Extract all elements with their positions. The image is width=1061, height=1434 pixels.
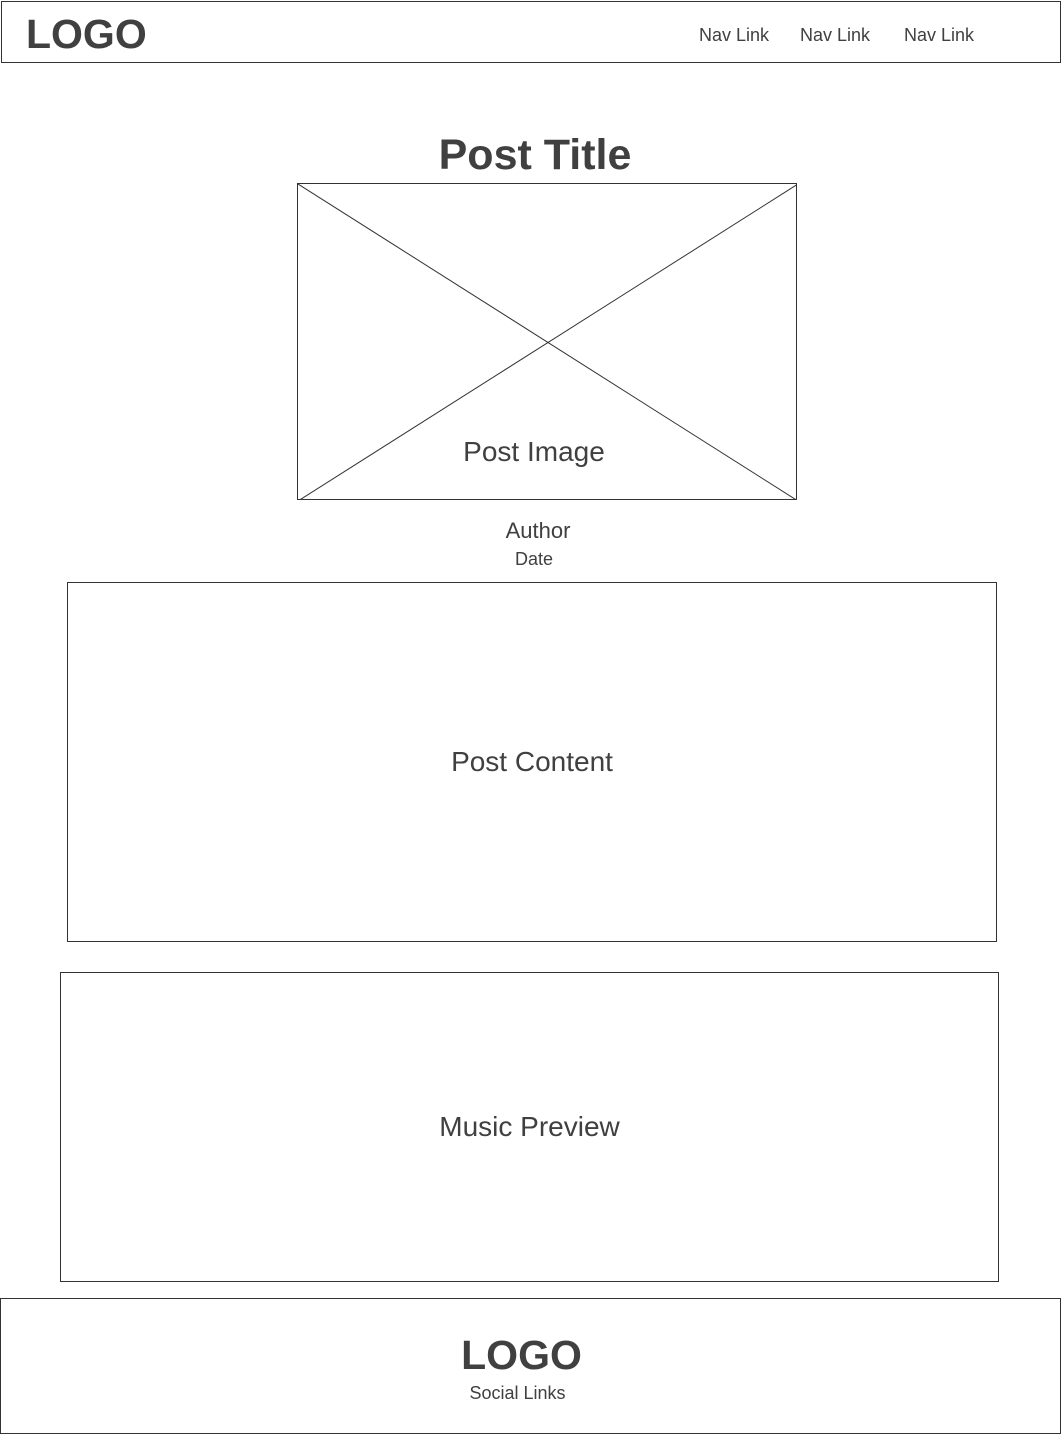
site-header: LOGO Nav Link Nav Link Nav Link	[1, 1, 1061, 63]
header-logo[interactable]: LOGO	[26, 12, 147, 56]
post-title: Post Title	[438, 131, 632, 179]
site-footer: LOGO Social Links	[0, 1298, 1061, 1434]
nav-link-1[interactable]: Nav Link	[699, 24, 769, 46]
music-preview-label: Music Preview	[439, 1111, 620, 1142]
post-content-box: Post Content	[67, 582, 997, 942]
social-links[interactable]: Social Links	[1, 1383, 1034, 1403]
post-image-placeholder: Post Image	[297, 183, 797, 500]
nav-link-3[interactable]: Nav Link	[904, 24, 974, 46]
music-preview-box[interactable]: Music Preview	[60, 972, 999, 1282]
post-author: Author	[505, 518, 571, 543]
nav-link-2[interactable]: Nav Link	[800, 24, 870, 46]
post-date: Date	[514, 549, 554, 569]
post-content-label: Post Content	[451, 746, 613, 777]
post-image-label: Post Image	[463, 436, 605, 467]
footer-logo[interactable]: LOGO	[1, 1333, 1042, 1377]
